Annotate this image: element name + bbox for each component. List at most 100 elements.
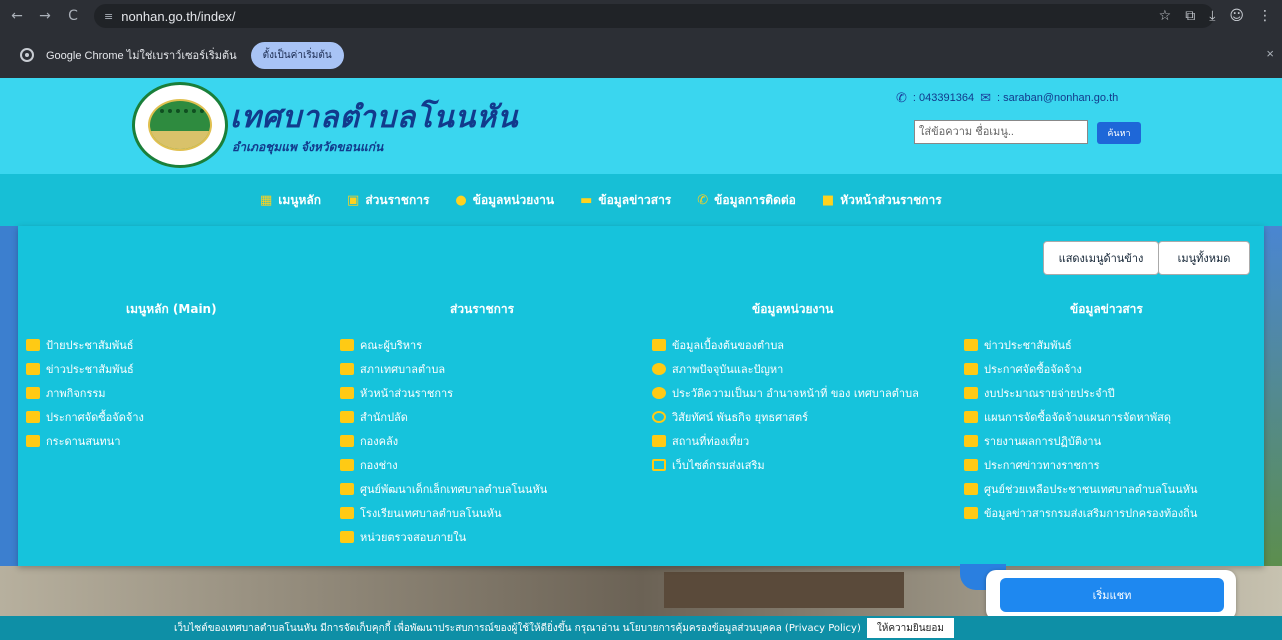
image-icon: [652, 435, 666, 447]
column-title: เมนูหลัก (Main): [126, 302, 217, 316]
accept-cookies-button[interactable]: ให้ความยินยอม: [866, 618, 955, 638]
folder-icon: [964, 507, 978, 519]
menu-item[interactable]: หัวหน้าส่วนราชการ: [340, 386, 547, 401]
menu-item-label: เว็บไซต์กรมส่งเสริม: [672, 459, 765, 472]
menu-item[interactable]: สถานที่ท่องเที่ยว: [652, 434, 938, 449]
comment-icon: [26, 411, 40, 423]
menu-item[interactable]: ประกาศข่าวทางราชการ: [964, 458, 1197, 473]
menu-item[interactable]: ศูนย์พัฒนาเด็กเล็กเทศบาลตำบลโนนหัน: [340, 482, 547, 497]
search-button[interactable]: ค้นหา: [1097, 122, 1141, 144]
forward-icon[interactable]: →: [34, 8, 56, 24]
menu-item-label: ป้ายประชาสัมพันธ์: [46, 339, 134, 352]
nav-item-departments[interactable]: ▣ ส่วนราชการ: [347, 191, 429, 210]
nav-item-main-menu[interactable]: ▦ เมนูหลัก: [260, 191, 321, 210]
menu-item[interactable]: ประกาศจัดซื้อจัดจ้าง: [26, 410, 144, 425]
id-card-icon: [340, 363, 354, 375]
menu-item[interactable]: ข่าวประชาสัมพันธ์: [964, 338, 1197, 353]
phone-icon: ✆: [697, 192, 709, 208]
id-card-icon: [340, 435, 354, 447]
menu-item[interactable]: กองช่าง: [340, 458, 547, 473]
menu-kebab-icon[interactable]: ⋮: [1258, 8, 1272, 24]
menu-item[interactable]: กระดานสนทนา: [26, 434, 144, 449]
cookie-message: เว็บไซต์ของเทศบาลตำบลโนนหัน มีการจัดเก็บ…: [174, 622, 861, 634]
menu-item[interactable]: โรงเรียนเทศบาลตำบลโนนหัน: [340, 506, 547, 521]
column-title: ข้อมูลหน่วยงาน: [752, 302, 834, 316]
site-info-icon[interactable]: ≡: [104, 10, 113, 23]
column-title: ข้อมูลข่าวสาร: [1070, 302, 1143, 316]
id-card-icon: ■: [821, 192, 835, 208]
image-icon: [26, 339, 40, 351]
menu-item[interactable]: ศูนย์ช่วยเหลือประชาชนเทศบาลตำบลโนนหัน: [964, 482, 1197, 497]
calendar-icon: ▣: [347, 192, 360, 208]
folder-icon: [964, 459, 978, 471]
set-default-button[interactable]: ตั้งเป็นค่าเริ่มต้น: [250, 41, 344, 69]
file-icon: [26, 363, 40, 375]
nav-item-agency-info[interactable]: ● ข้อมูลหน่วยงาน: [455, 191, 554, 210]
nav-label: เมนูหลัก: [278, 192, 322, 207]
menu-item-label: สำนักปลัด: [360, 411, 408, 424]
municipality-logo[interactable]: [132, 82, 228, 168]
show-side-menu-button[interactable]: แสดงเมนูด้านข้าง: [1043, 241, 1159, 275]
browser-toolbar: ← → C ≡ nonhan.go.th/index/ ☆ ⧉ ⤓ ☺ ⋮: [0, 0, 1282, 32]
menu-item-label: สถานที่ท่องเที่ยว: [672, 435, 750, 448]
id-card-icon: [340, 531, 354, 543]
chat-icon: ▬: [580, 192, 593, 208]
site-title[interactable]: เทศบาลตำบลโนนหัน: [230, 94, 519, 141]
menu-item[interactable]: ประวัติความเป็นมา อำนาจหน้าที่ ของ เทศบา…: [652, 386, 938, 401]
check-circle-icon: [652, 363, 666, 375]
menu-item[interactable]: คณะผู้บริหาร: [340, 338, 547, 353]
menu-item-label: สภาเทศบาลตำบล: [360, 363, 446, 376]
menu-item-label: ภาพกิจกรรม: [46, 387, 106, 400]
menu-item[interactable]: สภาเทศบาลตำบล: [340, 362, 547, 377]
menu-item[interactable]: สภาพปัจจุบันและปัญหา: [652, 362, 938, 377]
menu-item-label: ประกาศจัดซื้อจัดจ้าง: [984, 363, 1082, 376]
search-input[interactable]: [914, 120, 1088, 144]
menu-item[interactable]: ภาพกิจกรรม: [26, 386, 144, 401]
file-icon: [652, 339, 666, 351]
bookmark-star-icon[interactable]: ☆: [1159, 8, 1172, 24]
phone-number: : 043391364: [912, 92, 975, 104]
menu-item-label: กองช่าง: [360, 459, 398, 472]
mega-menu-panel: แสดงเมนูด้านข้าง เมนูทั้งหมด เมนูหลัก (M…: [18, 226, 1264, 566]
download-icon[interactable]: ⤓: [1209, 8, 1215, 24]
menu-item[interactable]: ป้ายประชาสัมพันธ์: [26, 338, 144, 353]
reload-icon[interactable]: C: [62, 8, 84, 24]
info-icon: [652, 411, 666, 423]
back-icon[interactable]: ←: [6, 8, 28, 24]
info-icon: ●: [455, 192, 467, 208]
all-menu-button[interactable]: เมนูทั้งหมด: [1158, 241, 1250, 275]
menu-item[interactable]: ข้อมูลเบื้องต้นของตำบล: [652, 338, 938, 353]
id-card-icon: [340, 483, 354, 495]
menu-item[interactable]: สำนักปลัด: [340, 410, 547, 425]
nav-label: ข้อมูลหน่วยงาน: [472, 192, 555, 207]
menu-item[interactable]: เว็บไซต์กรมส่งเสริม: [652, 458, 938, 473]
menu-item[interactable]: รายงานผลการปฏิบัติงาน: [964, 434, 1197, 449]
menu-item[interactable]: หน่วยตรวจสอบภายใน: [340, 530, 547, 545]
menu-item[interactable]: ประกาศจัดซื้อจัดจ้าง: [964, 362, 1197, 377]
thumbs-up-icon: [26, 435, 40, 447]
menu-item[interactable]: แผนการจัดซื้อจัดจ้างแผนการจัดหาพัสดุ: [964, 410, 1197, 425]
menu-item-label: ข่าวประชาสัมพันธ์: [984, 339, 1072, 352]
email-address[interactable]: : saraban@nonhan.go.th: [997, 92, 1118, 104]
extensions-icon[interactable]: ⧉: [1185, 8, 1195, 24]
browser-actions: ☆ ⧉ ⤓ ☺ ⋮: [1159, 0, 1272, 32]
menu-item-label: หน่วยตรวจสอบภายใน: [360, 531, 467, 544]
background-photo-left: [0, 226, 18, 616]
address-bar[interactable]: ≡ nonhan.go.th/index/: [94, 4, 1214, 28]
menu-item-label: กองคลัง: [360, 435, 399, 448]
menu-item[interactable]: ข้อมูลข่าวสารกรมส่งเสริมการปกครองท้องถิ่…: [964, 506, 1197, 521]
nav-item-contact[interactable]: ✆ ข้อมูลการติดต่อ: [697, 191, 796, 210]
start-chat-button[interactable]: เริ่มแชท: [1000, 578, 1224, 612]
folder-icon: [964, 363, 978, 375]
menu-item[interactable]: กองคลัง: [340, 434, 547, 449]
close-icon[interactable]: ×: [1266, 46, 1274, 61]
nav-label: ส่วนราชการ: [365, 192, 430, 207]
menu-item[interactable]: งบประมาณรายจ่ายประจำปี: [964, 386, 1197, 401]
menu-item-label: หัวหน้าส่วนราชการ: [360, 387, 454, 400]
id-card-icon: [340, 387, 354, 399]
nav-item-news[interactable]: ▬ ข้อมูลข่าวสาร: [580, 191, 671, 210]
profile-icon[interactable]: ☺: [1229, 8, 1244, 24]
menu-item[interactable]: วิสัยทัศน์ พันธกิจ ยุทธศาสตร์: [652, 410, 938, 425]
menu-item[interactable]: ข่าวประชาสัมพันธ์: [26, 362, 144, 377]
nav-item-heads[interactable]: ■ หัวหน้าส่วนราชการ: [822, 191, 942, 210]
